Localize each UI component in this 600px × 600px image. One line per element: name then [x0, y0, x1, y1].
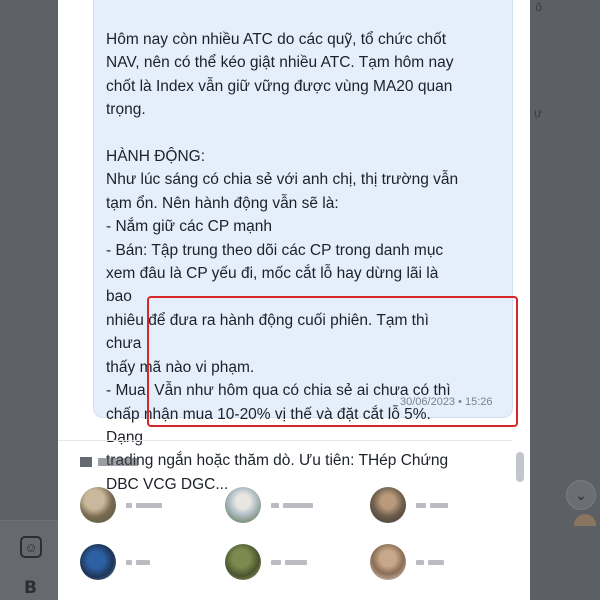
contact-name [416, 559, 444, 565]
bold-icon[interactable]: B [24, 578, 37, 598]
scroll-down-icon[interactable]: ⌄ [566, 480, 596, 510]
contact-name [416, 502, 448, 508]
avatar [225, 544, 261, 580]
recent-contacts-label [80, 455, 138, 469]
highlight-box [147, 296, 518, 427]
contact-name [126, 559, 150, 565]
contact-item[interactable] [370, 487, 448, 523]
avatar [225, 487, 261, 523]
avatar [574, 514, 596, 526]
contact-item[interactable] [225, 487, 313, 523]
contact-item[interactable] [80, 544, 150, 580]
contact-item[interactable] [225, 544, 307, 580]
background-app-right: ô ự ⌄ [530, 0, 600, 600]
background-app-left [0, 0, 60, 600]
avatar [370, 487, 406, 523]
contact-name [271, 559, 307, 565]
scrollbar[interactable] [516, 452, 524, 482]
background-text-fragment: ự [533, 106, 542, 120]
background-text-fragment: ô [535, 0, 542, 14]
contact-item[interactable] [370, 544, 444, 580]
avatar [80, 487, 116, 523]
contact-name [126, 502, 162, 508]
divider [58, 440, 512, 441]
emoji-icon[interactable]: ☺ [20, 536, 42, 558]
contact-item[interactable] [80, 487, 162, 523]
contact-name [271, 502, 313, 508]
avatar [80, 544, 116, 580]
avatar [370, 544, 406, 580]
